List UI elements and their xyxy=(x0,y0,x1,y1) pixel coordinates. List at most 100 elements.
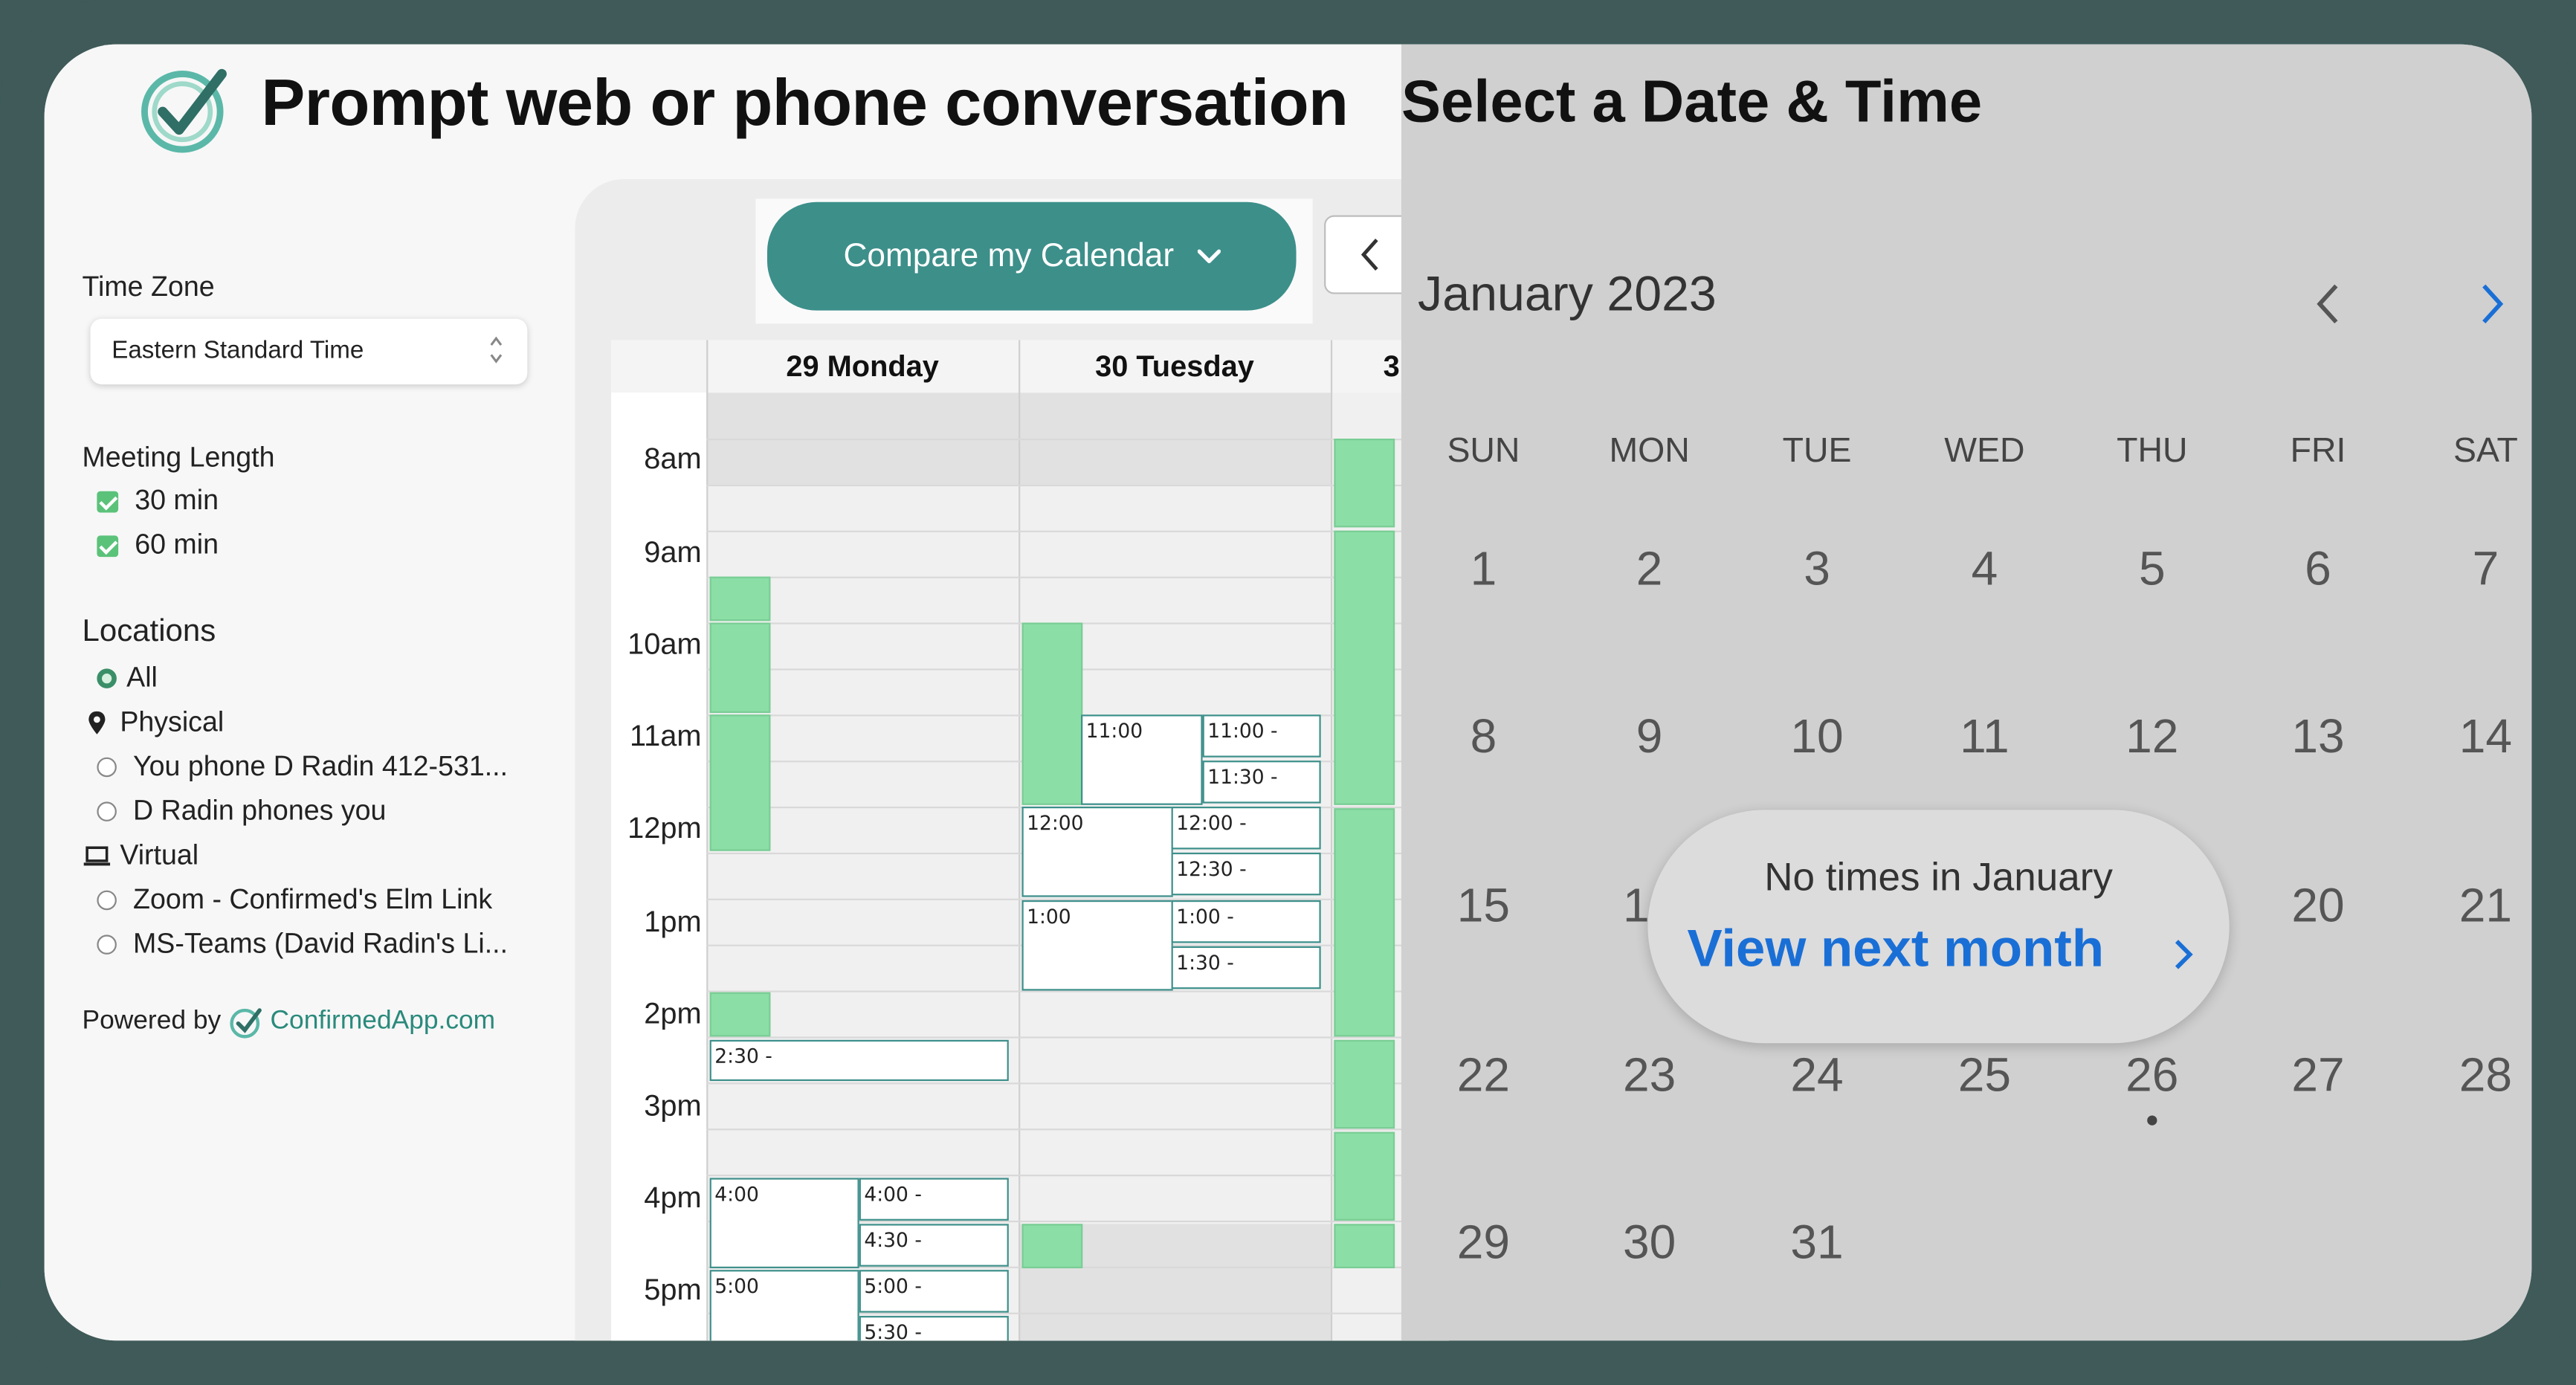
radio-unselected[interactable] xyxy=(97,757,117,778)
available-block[interactable] xyxy=(1334,1039,1395,1129)
weekday-label: SAT xyxy=(2453,432,2518,471)
calendar-day[interactable]: 30 xyxy=(1584,1217,1715,1271)
location-teams[interactable]: MS-Teams (David Radin's Li... xyxy=(97,929,508,961)
location-radin-phones[interactable]: D Radin phones you xyxy=(97,795,386,828)
calendar-day[interactable]: 23 xyxy=(1584,1050,1715,1104)
available-block[interactable] xyxy=(1334,808,1395,1037)
calendar-day[interactable]: 31 xyxy=(1752,1217,1883,1271)
time-slot[interactable]: 1:30 - xyxy=(1171,946,1321,989)
time-slot[interactable]: 5:30 - xyxy=(859,1316,1009,1341)
hour-label: 3pm xyxy=(644,1089,702,1123)
weekday-label: WED xyxy=(1944,432,2025,471)
calendar-day[interactable]: 25 xyxy=(1919,1050,2050,1104)
view-next-month-link[interactable]: View next month xyxy=(1687,918,2104,979)
screen: Prompt web or phone conversation Time Zo… xyxy=(44,44,2532,1341)
meeting-length-60[interactable]: 60 min xyxy=(97,529,219,562)
calendar-day[interactable]: 3 xyxy=(1752,543,1883,598)
weekday-label: TUE xyxy=(1782,432,1852,471)
compare-calendar-button[interactable]: Compare my Calendar xyxy=(766,201,1297,311)
calendar-day[interactable]: 12 xyxy=(2086,711,2218,766)
time-slot[interactable]: 4:30 - xyxy=(859,1224,1009,1267)
hour-label: 2pm xyxy=(644,997,702,1030)
available-block[interactable] xyxy=(1021,1224,1083,1268)
checkbox-checked[interactable] xyxy=(97,535,119,557)
select-arrows-icon xyxy=(490,336,503,364)
calendar-day[interactable]: 28 xyxy=(2420,1050,2531,1104)
location-option: MS-Teams (David Radin's Li... xyxy=(132,928,509,960)
calendar-day[interactable]: 24 xyxy=(1752,1050,1883,1104)
calendar-day[interactable]: 10 xyxy=(1752,711,1883,766)
available-block[interactable] xyxy=(1334,530,1395,805)
radio-selected[interactable] xyxy=(97,668,117,688)
available-block[interactable] xyxy=(1334,1224,1395,1268)
calendar-day[interactable]: 2 xyxy=(1584,543,1715,598)
calendar-day[interactable]: 5 xyxy=(2086,543,2218,598)
available-block[interactable] xyxy=(1334,1131,1395,1221)
time-slot[interactable]: 1:00 xyxy=(1021,900,1173,991)
hour-label: 5pm xyxy=(644,1273,702,1306)
calendar-day[interactable]: 22 xyxy=(1418,1050,1549,1104)
calendar-day[interactable]: 15 xyxy=(1418,880,1549,934)
picker-title: Select a Date & Time xyxy=(1401,67,1983,135)
available-block[interactable] xyxy=(709,576,771,622)
prev-month-icon[interactable] xyxy=(2315,281,2341,327)
time-slot[interactable]: 4:00 - xyxy=(859,1178,1009,1221)
hour-label: 12pm xyxy=(627,811,702,845)
location-zoom[interactable]: Zoom - Confirmed's Elm Link xyxy=(97,884,492,917)
available-block[interactable] xyxy=(709,622,771,714)
calendar-day[interactable]: 4 xyxy=(1919,543,2050,598)
calendar-day[interactable]: 14 xyxy=(2420,711,2531,766)
booking-page: Prompt web or phone conversation Time Zo… xyxy=(44,44,1450,1341)
calendar-day[interactable]: 20 xyxy=(2253,880,2384,934)
calendar-day[interactable]: 9 xyxy=(1584,711,1715,766)
confirmed-logo-icon xyxy=(141,68,227,153)
time-slot[interactable]: 4:00 xyxy=(709,1178,859,1268)
available-block[interactable] xyxy=(709,992,771,1037)
calendar-day[interactable]: 21 xyxy=(2420,880,2531,934)
radio-unselected[interactable] xyxy=(97,890,117,911)
calendar-day[interactable]: 26 xyxy=(2086,1050,2218,1104)
time-slot[interactable]: 11:00 xyxy=(1081,714,1203,805)
confirmedapp-link[interactable]: ConfirmedApp.com xyxy=(271,1007,496,1037)
calendar-day[interactable]: 13 xyxy=(2253,711,2384,766)
next-month-icon[interactable] xyxy=(2479,281,2505,327)
calendar-day[interactable]: 27 xyxy=(2253,1050,2384,1104)
time-slot[interactable]: 11:00 - xyxy=(1202,714,1321,758)
time-slot[interactable]: 5:00 - xyxy=(859,1270,1009,1313)
meeting-length-30[interactable]: 30 min xyxy=(97,485,219,517)
available-block[interactable] xyxy=(709,714,771,851)
time-slot[interactable]: 2:30 - xyxy=(709,1039,1009,1082)
location-virtual-group: Virtual xyxy=(82,839,198,872)
calendar-day[interactable]: 29 xyxy=(1418,1217,1549,1271)
time-slot[interactable]: 11:30 - xyxy=(1202,761,1321,804)
location-all[interactable]: All xyxy=(97,662,158,695)
location-you-phone[interactable]: You phone D Radin 412-531... xyxy=(97,751,508,784)
timezone-select[interactable]: Eastern Standard Time xyxy=(90,318,528,385)
available-block[interactable] xyxy=(1334,439,1395,528)
time-slot[interactable]: 12:00 - xyxy=(1171,807,1321,850)
today-dot xyxy=(2147,1115,2157,1126)
calendar-day[interactable]: 8 xyxy=(1418,711,1549,766)
radio-unselected[interactable] xyxy=(97,801,117,821)
calendar-day[interactable]: 7 xyxy=(2420,543,2531,598)
calendar-day[interactable]: 6 xyxy=(2253,543,2384,598)
hour-label: 8am xyxy=(644,442,702,475)
location-option: All xyxy=(126,662,158,694)
calendar-day[interactable]: 1 xyxy=(1418,543,1549,598)
chevron-right-icon[interactable] xyxy=(2174,938,2194,971)
day-header-tuesday: 30 Tuesday xyxy=(1019,340,1333,393)
date-picker: Select a Date & Time January 2023 SUN MO… xyxy=(1401,44,2532,1341)
time-slot[interactable]: 5:00 xyxy=(709,1270,859,1341)
time-slot[interactable]: 12:00 xyxy=(1021,807,1173,897)
checkbox-checked[interactable] xyxy=(97,490,119,512)
hour-label: 11am xyxy=(630,719,702,753)
no-times-message: No times in January xyxy=(1764,856,2113,900)
time-slot[interactable]: 12:30 - xyxy=(1171,852,1321,896)
radio-unselected[interactable] xyxy=(97,934,117,955)
meeting-length-option: 60 min xyxy=(135,529,219,561)
time-slot[interactable]: 1:00 - xyxy=(1171,900,1321,943)
calendar-day[interactable]: 11 xyxy=(1919,711,2050,766)
chevron-left-icon xyxy=(1360,239,1378,271)
available-block[interactable] xyxy=(1021,622,1083,805)
locations-label: Locations xyxy=(82,614,216,649)
